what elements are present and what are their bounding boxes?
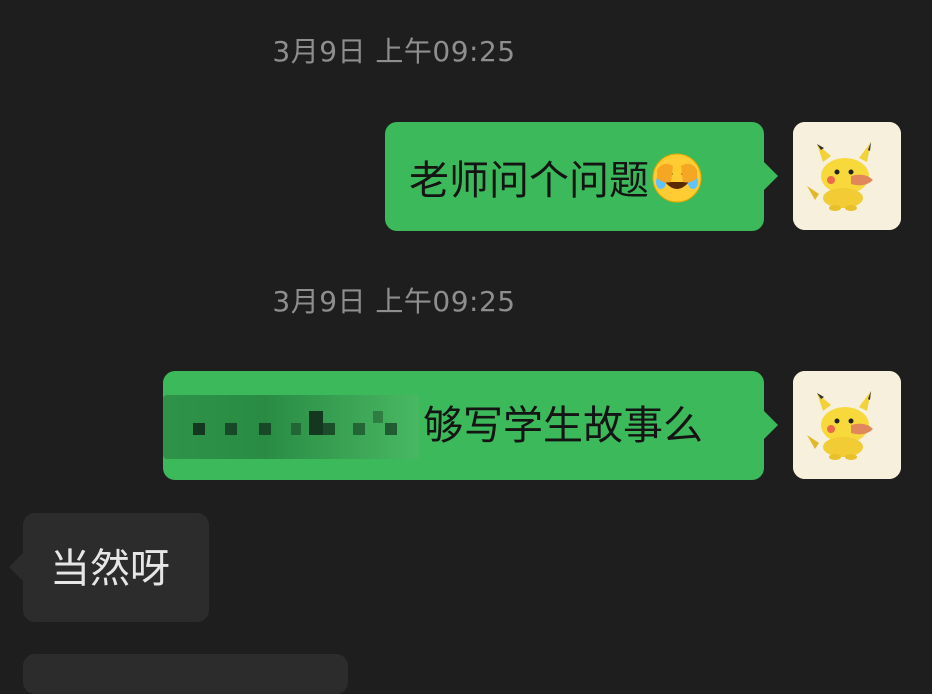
message-text: 当然呀 — [50, 546, 170, 592]
mosaic-block — [353, 423, 365, 435]
mosaic-block — [259, 423, 271, 435]
mosaic-block — [385, 423, 397, 435]
pikachu-avatar-icon — [793, 371, 901, 479]
mosaic-block — [309, 411, 323, 435]
mosaic-block — [323, 423, 335, 435]
message-text: 够写学生故事么 — [423, 403, 703, 449]
timestamp: 3月9日 上午09:25 — [272, 285, 516, 318]
avatar[interactable] — [793, 371, 901, 479]
incoming-message-bubble[interactable]: 当然呀 — [9, 513, 209, 622]
mosaic-block — [193, 423, 205, 435]
laughing-crying-emoji-icon — [652, 153, 702, 203]
mosaic-block — [373, 411, 383, 423]
outgoing-message-bubble[interactable]: 老师问个问题 — [385, 122, 778, 231]
pikachu-avatar-icon — [793, 122, 901, 230]
redacted-mosaic — [163, 395, 419, 459]
message-text: 老师问个问题 — [409, 158, 649, 204]
mosaic-block — [225, 423, 237, 435]
avatar[interactable] — [793, 122, 901, 230]
mosaic-block — [291, 423, 301, 435]
outgoing-message-bubble[interactable]: 够写学生故事么 — [163, 371, 778, 480]
timestamp: 3月9日 上午09:25 — [272, 35, 516, 68]
incoming-message-bubble-partial[interactable] — [23, 654, 348, 694]
